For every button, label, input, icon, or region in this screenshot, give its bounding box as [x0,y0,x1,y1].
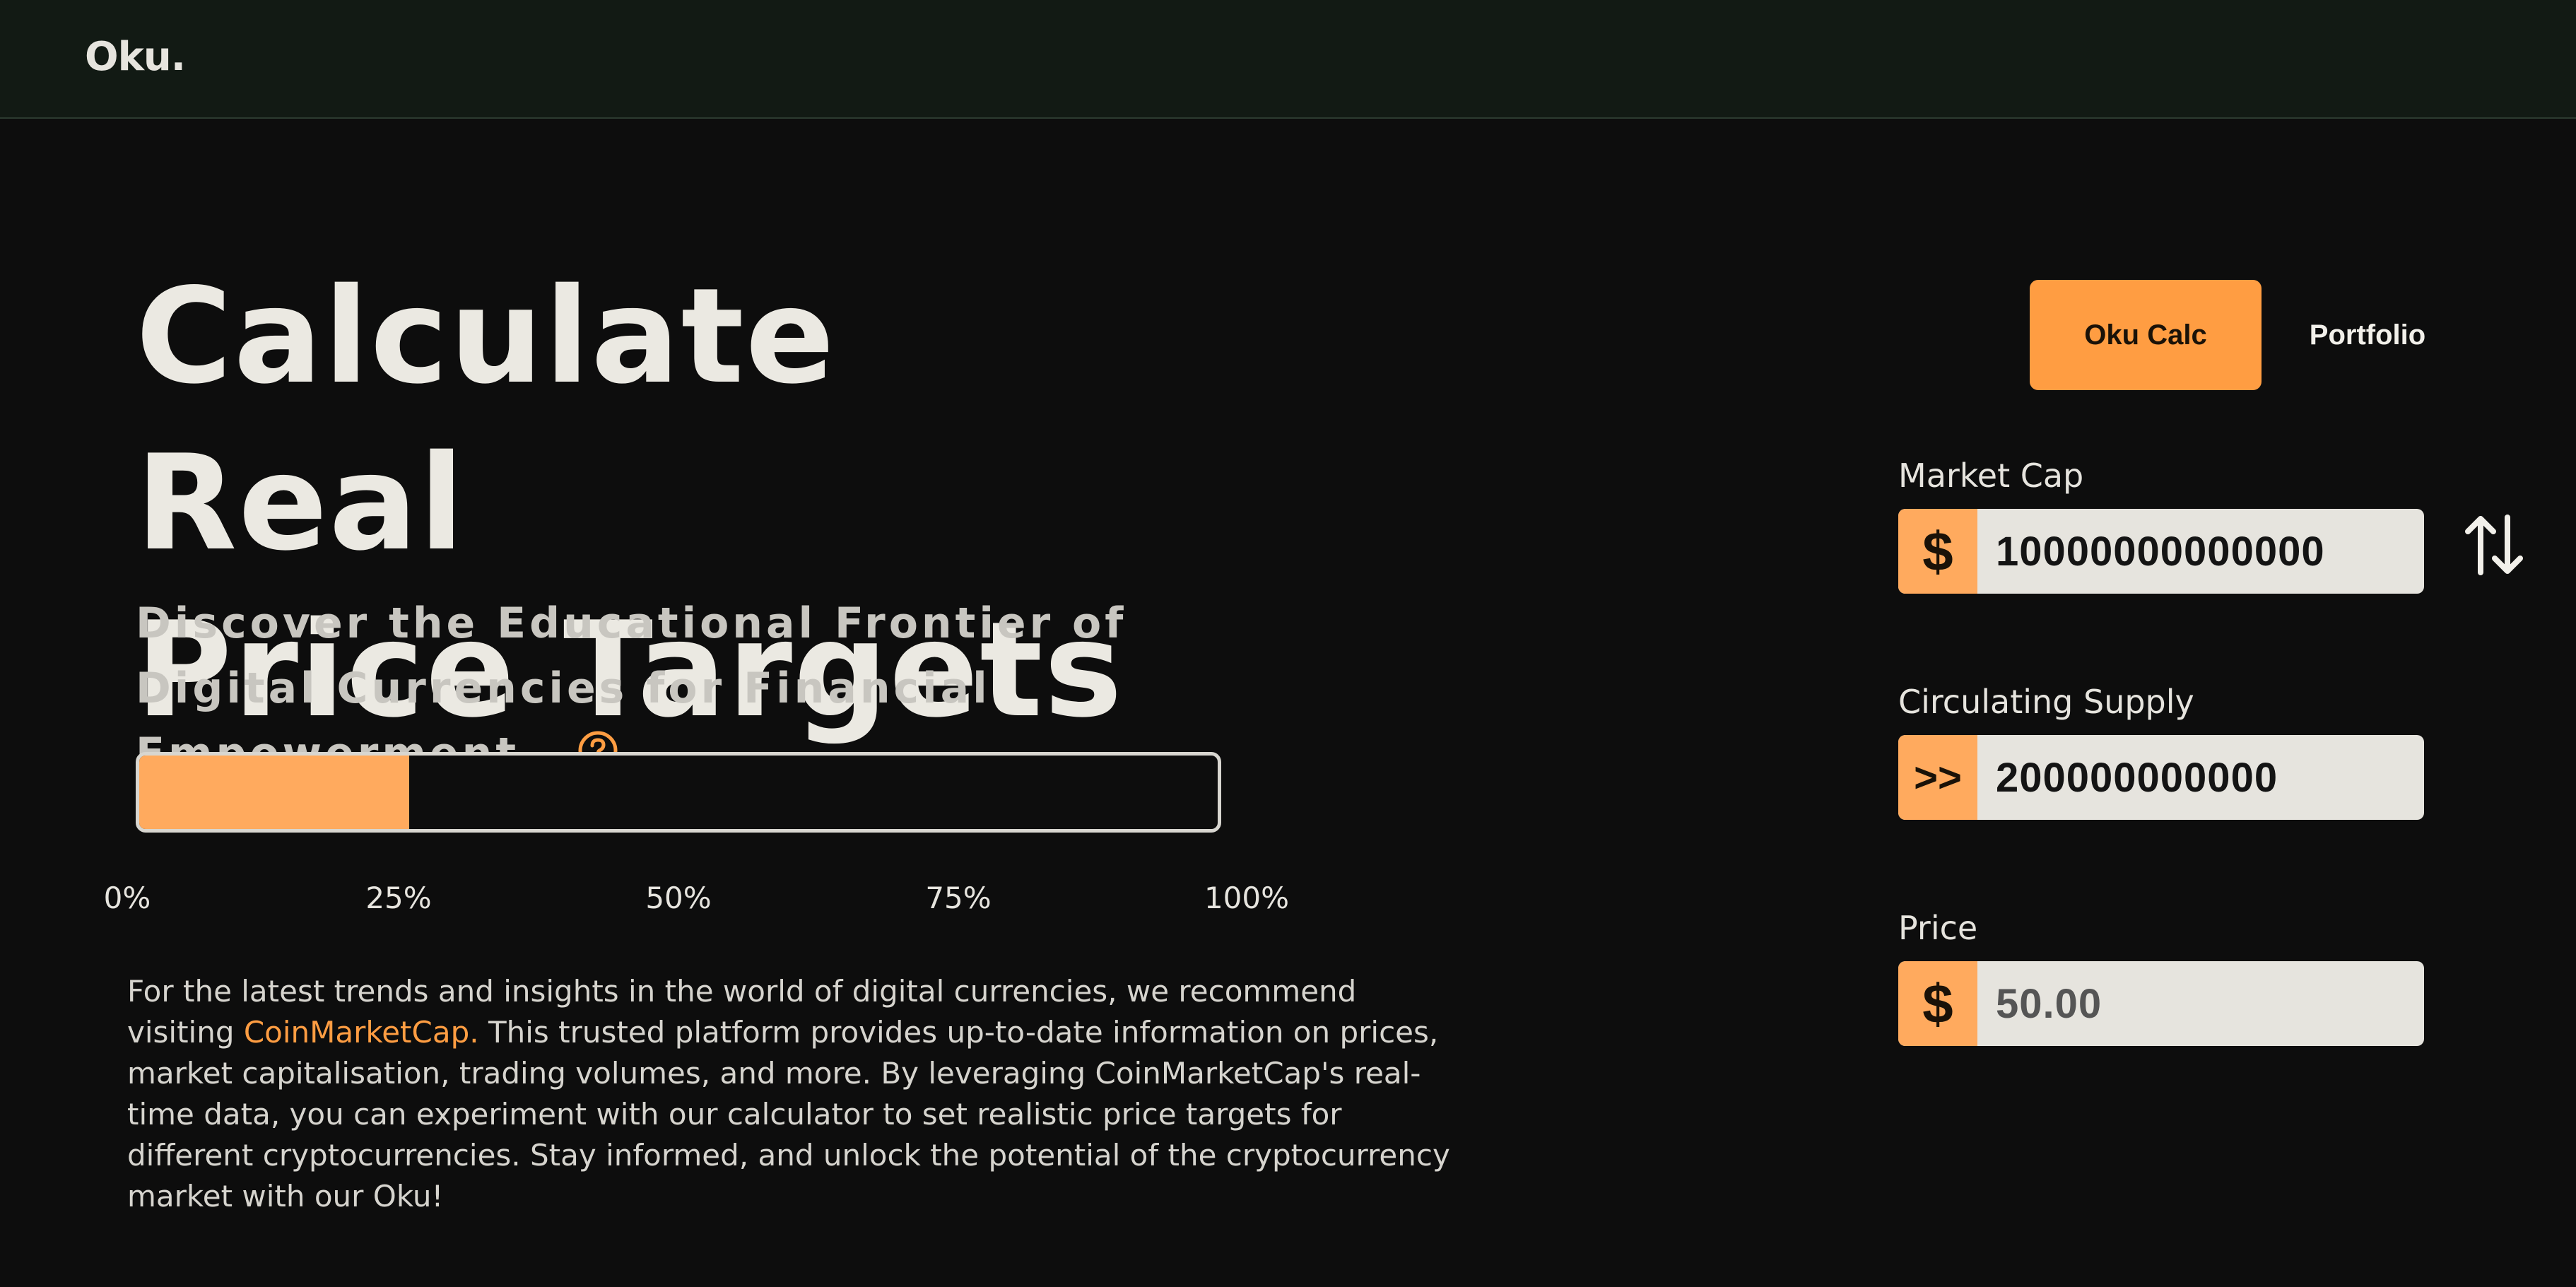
logo[interactable]: Oku. [85,34,186,80]
coinmarketcap-link[interactable]: CoinMarketCap. [244,1015,479,1050]
subtitle-text: Discover the Educational Frontier of Dig… [136,599,1127,778]
circulating-supply-field[interactable]: >> 200000000000 [1898,735,2424,820]
top-bar: Oku. [0,0,2576,119]
tab-portfolio[interactable]: Portfolio [2287,280,2448,390]
dollar-icon: $ [1898,961,1977,1046]
price-label: Price [1898,909,1978,947]
price-field[interactable]: $ 50.00 [1898,961,2424,1046]
progress-tick-50: 50% [645,881,712,915]
market-cap-label: Market Cap [1898,457,2084,495]
price-input[interactable]: 50.00 [1977,961,2424,1046]
circulating-supply-label: Circulating Supply [1898,683,2194,721]
dollar-icon: $ [1898,509,1977,594]
progress-tick-100: 100% [1204,881,1290,915]
progress-tick-0: 0% [103,881,151,915]
market-cap-input[interactable]: 10000000000000 [1977,509,2424,594]
market-cap-field[interactable]: $ 10000000000000 [1898,509,2424,594]
swap-vertical-arrows-icon[interactable] [2462,512,2526,578]
tab-oku-calc[interactable]: Oku Calc [2030,280,2262,390]
double-chevron-icon: >> [1898,735,1977,820]
progress-bar [136,752,1221,833]
progress-tick-75: 75% [925,881,992,915]
description-paragraph: For the latest trends and insights in th… [127,971,1456,1217]
title-line-1: Calculate Real [136,259,836,580]
progress-fill [139,756,409,829]
circulating-supply-input[interactable]: 200000000000 [1977,735,2424,820]
progress-tick-25: 25% [365,881,432,915]
